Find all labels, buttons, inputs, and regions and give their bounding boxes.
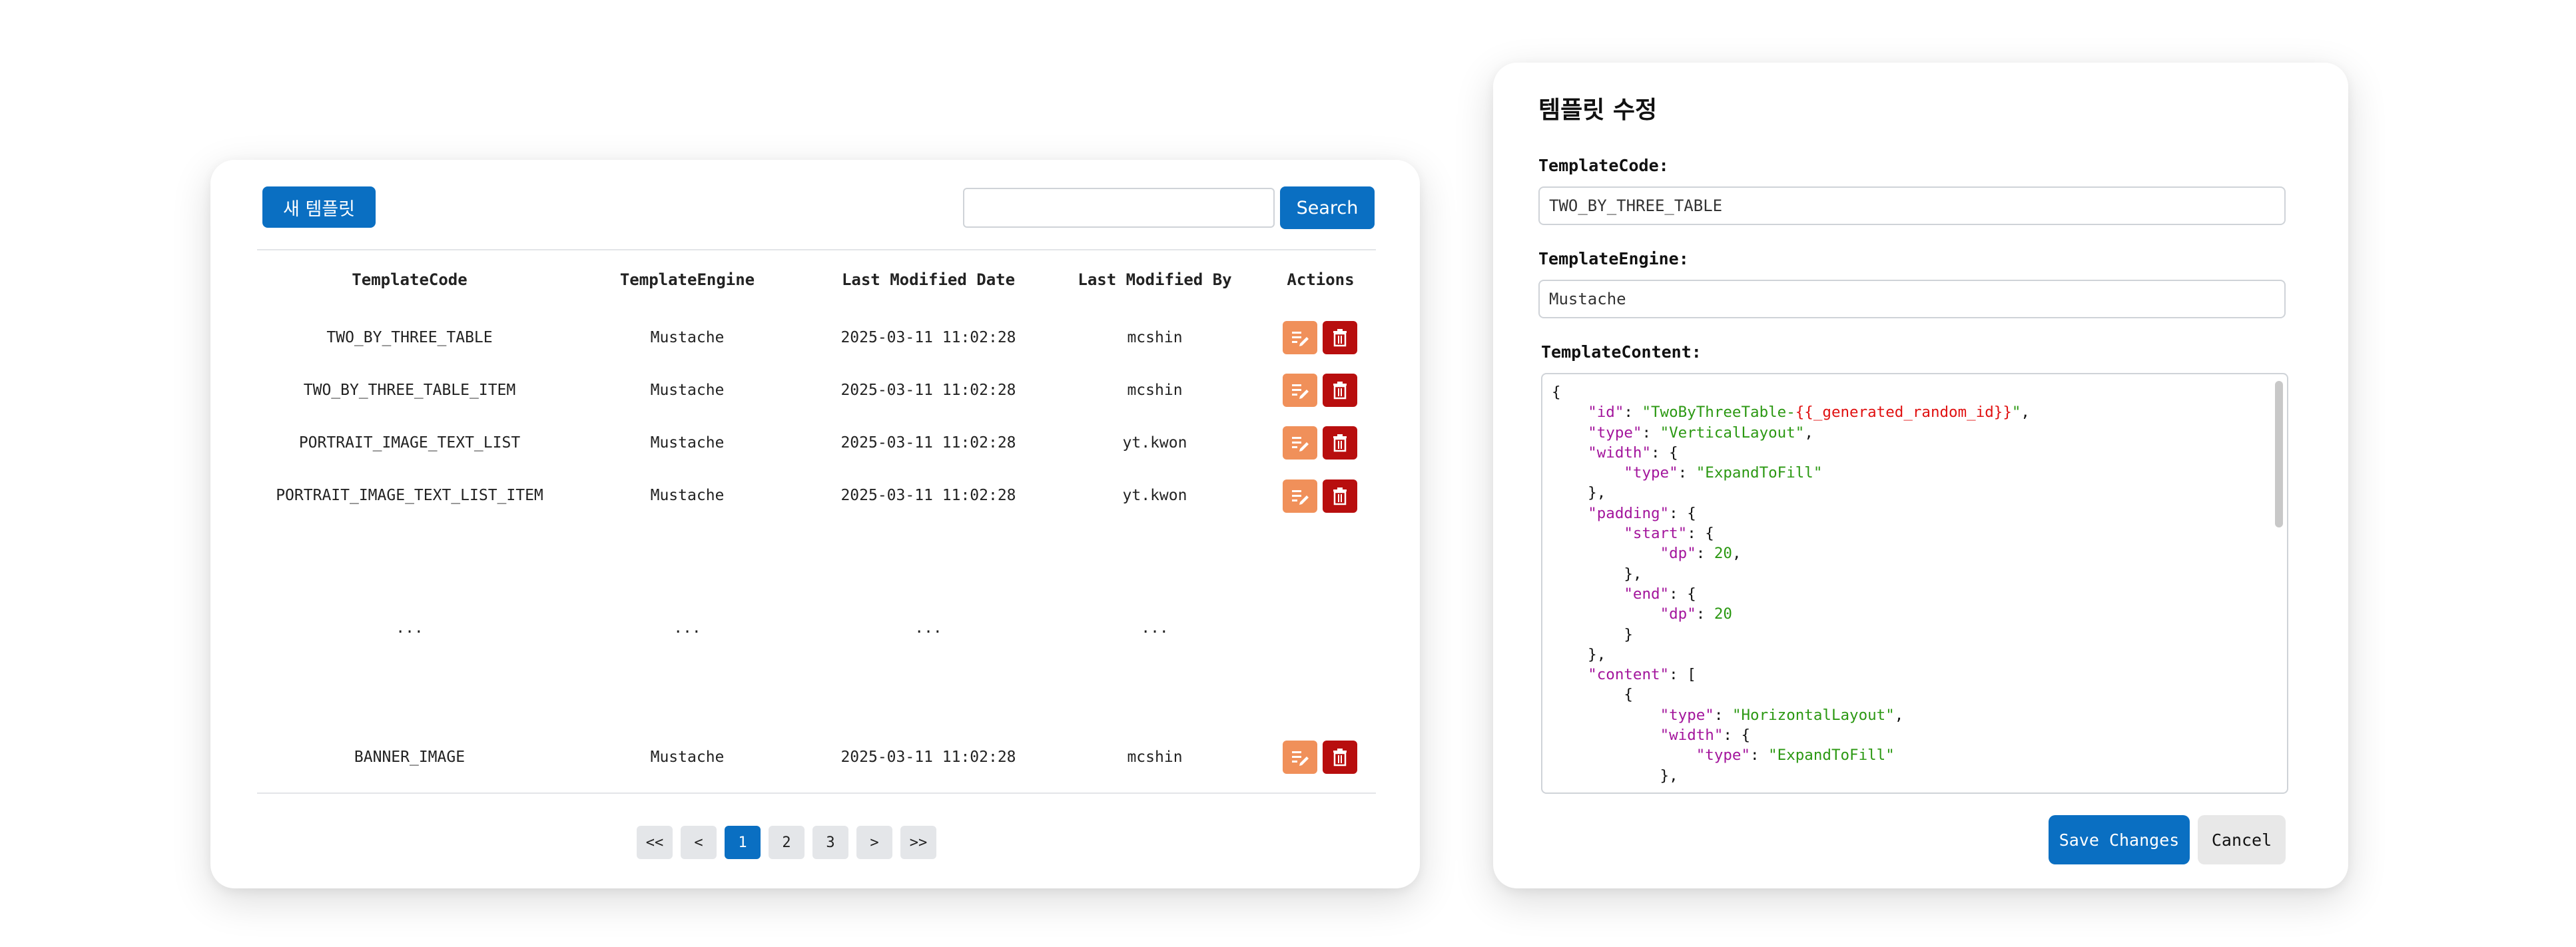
row-template-engine: Mustache xyxy=(650,487,725,504)
template-content-label: TemplateContent: xyxy=(1541,342,1702,362)
row-last-modified-date: 2025-03-11 11:02:28 xyxy=(840,329,1016,346)
header-divider xyxy=(257,249,1376,250)
row-template-code[interactable]: TWO_BY_THREE_TABLE_ITEM xyxy=(257,382,562,399)
trash-icon xyxy=(1333,487,1347,505)
page-last-button[interactable]: >> xyxy=(900,826,936,859)
delete-button[interactable] xyxy=(1323,426,1357,460)
row-last-modified-by: yt.kwon xyxy=(1122,487,1187,504)
template-list-panel: 새 템플릿 Search TemplateCode TemplateEngine… xyxy=(210,160,1420,888)
row-last-modified-by: mcshin xyxy=(1127,329,1183,346)
template-code-field[interactable]: TWO_BY_THREE_TABLE xyxy=(1538,186,2286,225)
column-header-last-modified-by: Last Modified By xyxy=(1078,270,1232,289)
edit-icon xyxy=(1292,437,1309,452)
trash-icon xyxy=(1333,329,1347,347)
trash-icon xyxy=(1333,434,1347,452)
ellipsis-row-code: ... xyxy=(396,619,424,637)
edit-icon xyxy=(1292,751,1309,766)
row-last-modified-date: 2025-03-11 11:02:28 xyxy=(840,434,1016,452)
row-last-modified-by: yt.kwon xyxy=(1122,434,1187,452)
column-header-template-engine: TemplateEngine xyxy=(619,270,755,289)
row-template-code[interactable]: PORTRAIT_IMAGE_TEXT_LIST_ITEM xyxy=(257,487,562,504)
row-template-code[interactable]: TWO_BY_THREE_TABLE xyxy=(257,329,562,346)
edit-icon xyxy=(1292,384,1309,399)
ellipsis-row-by: ... xyxy=(1141,619,1169,637)
delete-button[interactable] xyxy=(1323,479,1357,513)
trash-icon xyxy=(1333,382,1347,400)
row-actions xyxy=(1283,741,1363,774)
page-prev-button[interactable]: < xyxy=(681,826,717,859)
table-bottom-divider xyxy=(257,792,1376,794)
trash-icon xyxy=(1333,749,1347,767)
column-header-last-modified-date: Last Modified Date xyxy=(841,270,1016,289)
edit-panel-title: 템플릿 수정 xyxy=(1538,97,1658,124)
edit-icon xyxy=(1292,332,1309,346)
row-template-engine: Mustache xyxy=(650,434,725,452)
column-header-actions: Actions xyxy=(1287,270,1355,289)
template-content-code: { "id": "TwoByThreeTable-{{_generated_ra… xyxy=(1552,384,2030,785)
template-engine-field[interactable]: Mustache xyxy=(1538,280,2286,318)
delete-button[interactable] xyxy=(1323,374,1357,407)
search-input[interactable] xyxy=(963,188,1275,228)
edit-button[interactable] xyxy=(1283,374,1317,407)
edit-button[interactable] xyxy=(1283,321,1317,354)
row-actions xyxy=(1283,374,1363,407)
page-2-button[interactable]: 2 xyxy=(769,826,805,859)
edit-icon xyxy=(1292,490,1309,505)
row-last-modified-date: 2025-03-11 11:02:28 xyxy=(840,382,1016,399)
row-template-code[interactable]: BANNER_IMAGE xyxy=(257,749,562,766)
column-header-template-code: TemplateCode xyxy=(352,270,468,289)
search-button[interactable]: Search xyxy=(1280,186,1375,229)
page-3-button[interactable]: 3 xyxy=(812,826,848,859)
row-template-code[interactable]: PORTRAIT_IMAGE_TEXT_LIST xyxy=(257,434,562,452)
edit-button[interactable] xyxy=(1283,479,1317,513)
row-actions xyxy=(1283,479,1363,513)
editor-scrollbar[interactable] xyxy=(2275,381,2283,527)
template-engine-label: TemplateEngine: xyxy=(1538,249,1689,268)
row-last-modified-date: 2025-03-11 11:02:28 xyxy=(840,749,1016,766)
row-last-modified-by: mcshin xyxy=(1127,749,1183,766)
edit-button[interactable] xyxy=(1283,426,1317,460)
cancel-button[interactable]: Cancel xyxy=(2198,815,2286,864)
row-template-engine: Mustache xyxy=(650,382,725,399)
pagination: << < 1 2 3 > >> xyxy=(637,826,936,859)
edit-template-panel: 템플릿 수정 TemplateCode: TWO_BY_THREE_TABLE … xyxy=(1493,63,2348,888)
row-template-engine: Mustache xyxy=(650,329,725,346)
row-actions xyxy=(1283,321,1363,354)
delete-button[interactable] xyxy=(1323,321,1357,354)
ellipsis-row-engine: ... xyxy=(673,619,701,637)
page-first-button[interactable]: << xyxy=(637,826,673,859)
edit-button[interactable] xyxy=(1283,741,1317,774)
page-next-button[interactable]: > xyxy=(856,826,892,859)
row-actions xyxy=(1283,426,1363,460)
new-template-button[interactable]: 새 템플릿 xyxy=(262,186,376,228)
page-1-button[interactable]: 1 xyxy=(725,826,761,859)
row-last-modified-date: 2025-03-11 11:02:28 xyxy=(840,487,1016,504)
ellipsis-row-date: ... xyxy=(914,619,942,637)
template-content-editor[interactable]: { "id": "TwoByThreeTable-{{_generated_ra… xyxy=(1541,373,2288,794)
row-template-engine: Mustache xyxy=(650,749,725,766)
row-last-modified-by: mcshin xyxy=(1127,382,1183,399)
delete-button[interactable] xyxy=(1323,741,1357,774)
template-code-label: TemplateCode: xyxy=(1538,156,1669,175)
save-changes-button[interactable]: Save Changes xyxy=(2049,815,2190,864)
